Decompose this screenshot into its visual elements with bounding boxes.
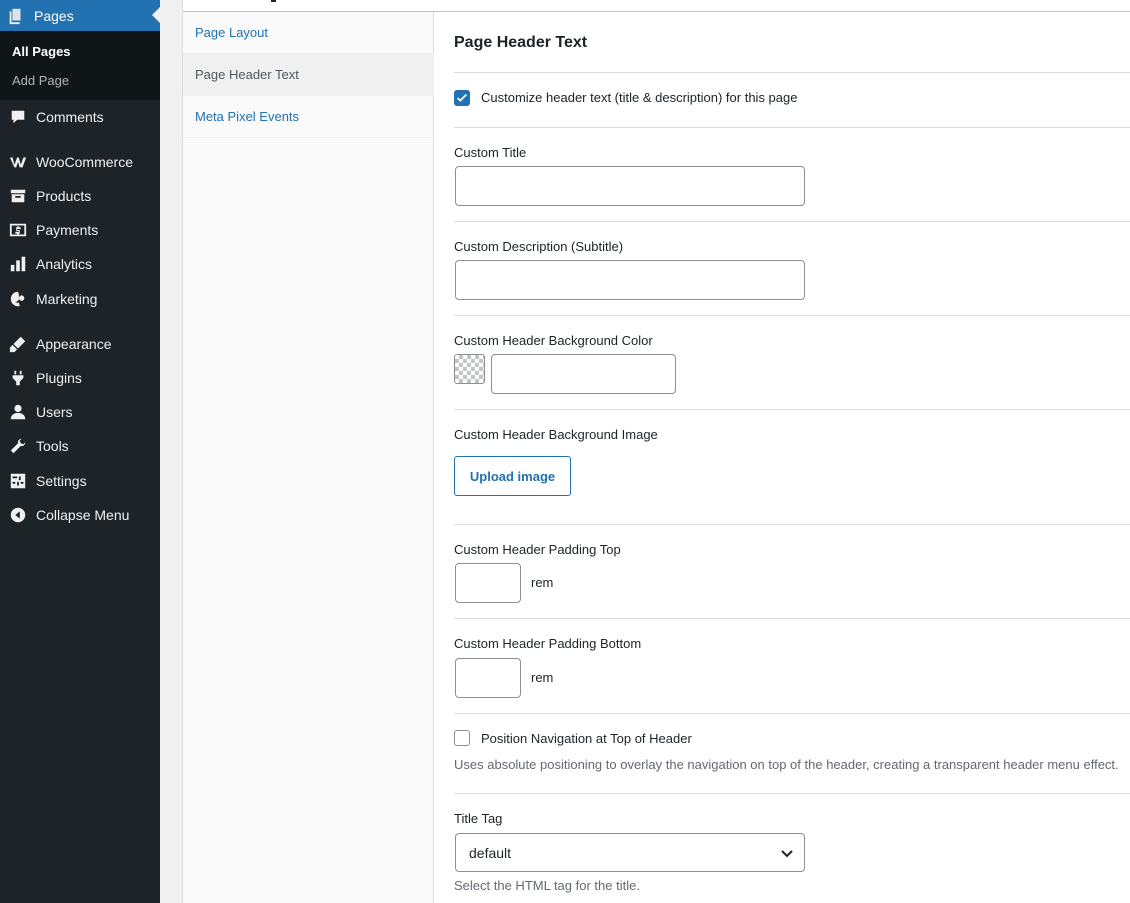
tab-page-layout[interactable]: Page Layout <box>183 12 434 54</box>
tab-page-header-text[interactable]: Page Header Text <box>183 54 434 96</box>
divider <box>454 618 1130 619</box>
users-icon <box>0 403 36 421</box>
tab-content: Page Header Text Customize header text (… <box>435 12 1130 903</box>
custom-title-label: Custom Title <box>454 145 527 160</box>
sidebar-item-label: Tools <box>36 438 69 454</box>
sidebar-item-label: Settings <box>36 473 87 489</box>
padding-bottom-unit: rem <box>531 670 554 685</box>
divider <box>454 793 1130 794</box>
divider <box>454 221 1130 222</box>
chevron-down-icon <box>781 850 793 858</box>
sidebar-item-products[interactable]: Products <box>0 179 160 213</box>
sidebar-item-label: Analytics <box>36 256 93 272</box>
sidebar-item-label: Products <box>36 188 92 204</box>
sidebar-item-woocommerce[interactable]: WooCommerce <box>0 145 160 179</box>
sidebar-item-label: Marketing <box>36 291 98 307</box>
sidebar-item-label: Users <box>36 404 73 420</box>
tab-meta-pixel-events[interactable]: Meta Pixel Events <box>183 96 434 138</box>
section-title: Page Header Text <box>454 34 588 51</box>
plugins-icon <box>0 369 36 387</box>
customize-header-label: Customize header text (title & descripti… <box>481 90 798 105</box>
position-navigation-label: Position Navigation at Top of Header <box>481 731 692 746</box>
submenu-all-pages[interactable]: All Pages <box>12 44 71 59</box>
title-tag-selected: default <box>469 844 512 861</box>
sidebar-item-label: Plugins <box>36 370 82 386</box>
sidebar-item-analytics[interactable]: Analytics <box>0 247 160 281</box>
sidebar-item-settings[interactable]: Settings <box>0 464 160 498</box>
admin-sidebar: Pages All Pages Add Page Comments WooCom… <box>0 0 160 903</box>
bg-color-input[interactable] <box>491 354 676 394</box>
tools-icon <box>0 437 36 455</box>
upload-image-button[interactable]: Upload image <box>454 456 571 496</box>
marketing-icon <box>0 290 36 308</box>
custom-description-input[interactable] <box>455 260 805 300</box>
color-swatch[interactable] <box>454 354 485 384</box>
pages-submenu: All Pages Add Page <box>0 31 160 100</box>
collapse-menu-button[interactable]: Collapse Menu <box>0 498 160 532</box>
pages-icon <box>0 7 34 25</box>
collapse-icon <box>0 506 36 524</box>
sidebar-item-label: Payments <box>36 222 99 238</box>
sidebar-item-marketing[interactable]: Marketing <box>0 282 160 316</box>
sidebar-item-appearance[interactable]: Appearance <box>0 327 160 361</box>
title-tag-select[interactable]: default <box>455 833 805 872</box>
sidebar-item-label: Appearance <box>36 336 112 352</box>
metabox-tabs: Page Layout Page Header Text Meta Pixel … <box>183 12 434 903</box>
padding-top-input[interactable] <box>455 563 521 603</box>
clipped-heading <box>271 0 276 2</box>
divider <box>454 315 1130 316</box>
padding-bottom-label: Custom Header Padding Bottom <box>454 636 642 651</box>
bg-color-label: Custom Header Background Color <box>454 333 653 348</box>
appearance-icon <box>0 335 36 353</box>
comments-icon <box>0 108 36 126</box>
padding-top-unit: rem <box>531 575 554 590</box>
sidebar-item-tools[interactable]: Tools <box>0 429 160 463</box>
sidebar-item-label: Collapse Menu <box>36 507 130 523</box>
divider <box>454 409 1130 410</box>
position-navigation-description: Uses absolute positioning to overlay the… <box>454 757 1119 772</box>
title-tag-label: Title Tag <box>454 811 503 826</box>
products-icon <box>0 187 36 205</box>
padding-bottom-input[interactable] <box>455 658 521 698</box>
sidebar-item-label: Comments <box>36 109 104 125</box>
metabox-panel: Page Layout Page Header Text Meta Pixel … <box>182 0 1130 903</box>
sidebar-item-plugins[interactable]: Plugins <box>0 361 160 395</box>
bg-image-label: Custom Header Background Image <box>454 427 658 442</box>
settings-icon <box>0 472 36 490</box>
sidebar-item-users[interactable]: Users <box>0 395 160 429</box>
custom-description-label: Custom Description (Subtitle) <box>454 239 624 254</box>
custom-title-input[interactable] <box>455 166 805 206</box>
divider <box>454 72 1130 73</box>
analytics-icon <box>0 255 36 273</box>
payments-icon <box>0 221 36 239</box>
divider <box>454 524 1130 525</box>
divider <box>454 127 1130 128</box>
metabox-header-edge <box>183 0 1130 12</box>
sidebar-item-label: Pages <box>34 7 74 24</box>
sidebar-item-comments[interactable]: Comments <box>0 100 160 134</box>
divider <box>454 713 1130 714</box>
customize-header-checkbox[interactable] <box>454 90 470 106</box>
checkmark-icon <box>457 93 467 102</box>
content-gutter <box>160 0 183 903</box>
sidebar-item-payments[interactable]: Payments <box>0 213 160 247</box>
sidebar-item-pages[interactable]: Pages <box>0 0 160 31</box>
title-tag-description: Select the HTML tag for the title. <box>454 878 640 893</box>
submenu-add-page[interactable]: Add Page <box>12 73 69 88</box>
padding-top-label: Custom Header Padding Top <box>454 542 621 557</box>
woocommerce-icon <box>0 153 36 171</box>
position-navigation-checkbox[interactable] <box>454 730 470 746</box>
sidebar-item-label: WooCommerce <box>36 154 133 170</box>
